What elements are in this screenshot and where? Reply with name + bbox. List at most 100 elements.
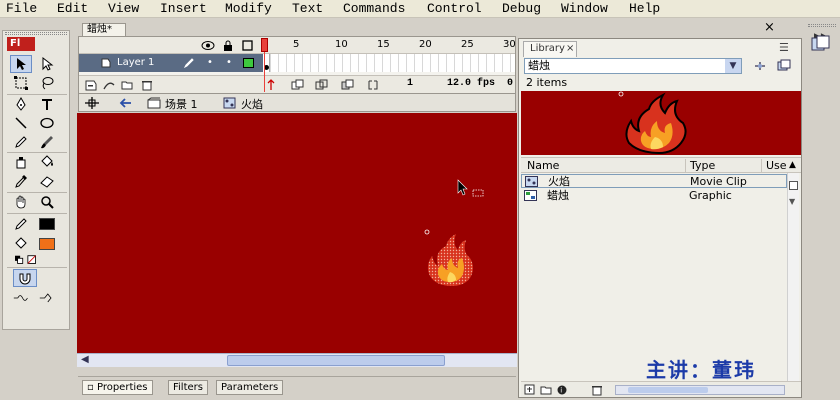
lock-dot[interactable]: •	[226, 54, 232, 72]
hand-icon	[16, 195, 26, 209]
frames-row[interactable]	[263, 54, 515, 72]
chevron-down-icon: ▼	[725, 59, 741, 73]
scrollbar-thumb[interactable]	[628, 387, 708, 393]
trash-icon[interactable]	[591, 384, 603, 396]
library-vertical-scrollbar[interactable]: ▼	[787, 173, 799, 381]
trash-icon[interactable]	[141, 79, 153, 91]
hand-tool[interactable]	[10, 193, 32, 211]
column-type[interactable]: Type	[685, 159, 715, 173]
free-transform-tool[interactable]	[10, 74, 32, 92]
new-library-panel-icon[interactable]	[777, 59, 791, 73]
column-use[interactable]: Use	[761, 159, 787, 173]
library-item-type: Graphic	[689, 189, 732, 202]
playhead-handle	[261, 38, 268, 52]
eye-icon[interactable]	[201, 40, 215, 51]
selection-tool[interactable]	[10, 55, 32, 73]
eyedropper-tool[interactable]	[10, 172, 32, 190]
stage-horizontal-scrollbar[interactable]: ◀	[77, 353, 517, 367]
menu-file[interactable]: File	[6, 1, 37, 16]
library-item[interactable]: 火焰 Movie Clip	[521, 174, 787, 188]
lasso-tool[interactable]	[36, 74, 58, 92]
document-tab[interactable]: 蜡烛*	[82, 23, 126, 37]
library-column-header: Name Type Use ▲	[521, 157, 801, 173]
subselection-tool[interactable]	[36, 55, 58, 73]
frame-number: 20	[419, 39, 432, 50]
menu-edit[interactable]: Edit	[57, 1, 88, 16]
scroll-box[interactable]	[789, 181, 798, 190]
menu-window[interactable]: Window	[561, 1, 608, 16]
library-document-select[interactable]: 蜡烛 ▼	[524, 58, 742, 74]
library-tab[interactable]: Library ×	[523, 41, 577, 57]
sort-up-icon[interactable]: ▲	[789, 158, 796, 172]
outline-color-swatch[interactable]	[243, 58, 254, 68]
onion-skin-outlines-icon[interactable]	[315, 79, 329, 91]
tab-parameters[interactable]: Parameters	[216, 380, 284, 395]
pin-icon[interactable]	[753, 59, 767, 73]
magnifier-icon	[41, 196, 54, 209]
smooth-tool[interactable]	[10, 289, 32, 307]
properties-icon[interactable]: i	[556, 384, 568, 396]
menu-help[interactable]: Help	[629, 1, 660, 16]
menu-control[interactable]: Control	[427, 1, 482, 16]
menu-debug[interactable]: Debug	[502, 1, 541, 16]
panel-grip[interactable]	[808, 24, 836, 27]
ink-bottle-tool[interactable]	[10, 153, 32, 171]
column-name[interactable]: Name	[527, 159, 559, 173]
menu-text[interactable]: Text	[292, 1, 323, 16]
pen-tool[interactable]	[10, 95, 32, 113]
timeline-panel: 1 5 10 15 20 25 30 Layer 1 • • 1 12.0 fp…	[78, 36, 516, 94]
library-horizontal-scrollbar[interactable]	[615, 385, 785, 395]
layer-row[interactable]: Layer 1 • •	[79, 54, 263, 72]
new-folder-icon[interactable]	[540, 384, 552, 396]
panel-grip[interactable]	[5, 32, 67, 35]
folder-icon[interactable]	[121, 79, 133, 91]
library-panel-icon[interactable]	[810, 34, 832, 54]
tab-filters-label: Filters	[173, 382, 203, 393]
scene-label[interactable]: 场景 1	[165, 96, 198, 112]
menu-modify[interactable]: Modify	[225, 1, 272, 16]
brush-tool[interactable]	[36, 133, 58, 151]
document-close-icon[interactable]: ×	[764, 20, 775, 35]
straighten-tool[interactable]	[36, 289, 58, 307]
line-tool[interactable]	[10, 114, 32, 132]
panel-menu-icon[interactable]: ☰	[779, 41, 789, 54]
fill-color-swatch[interactable]	[39, 238, 55, 250]
snap-to-objects[interactable]	[13, 269, 37, 287]
back-arrow-icon[interactable]	[119, 96, 133, 110]
scroll-left-icon[interactable]: ◀	[81, 354, 89, 365]
symbol-label[interactable]: 火焰	[241, 96, 263, 112]
menu-view[interactable]: View	[108, 1, 139, 16]
pencil-tool[interactable]	[10, 133, 32, 151]
text-tool[interactable]	[36, 95, 58, 113]
library-document-value: 蜡烛	[528, 59, 550, 72]
menu-commands[interactable]: Commands	[343, 1, 405, 16]
flame-symbol[interactable]	[422, 228, 482, 290]
outline-icon[interactable]	[242, 40, 253, 51]
onion-skin-icon[interactable]	[291, 79, 305, 91]
eraser-tool[interactable]	[36, 172, 58, 190]
oval-tool[interactable]	[36, 114, 58, 132]
stroke-color-tool[interactable]	[10, 215, 32, 233]
insert-layer-icon[interactable]	[85, 79, 97, 91]
visibility-dot[interactable]: •	[207, 54, 213, 72]
motion-guide-icon[interactable]	[103, 79, 115, 91]
edit-multiple-frames-icon[interactable]	[341, 79, 355, 91]
library-close-icon[interactable]: ×	[566, 42, 574, 56]
zoom-tool[interactable]	[36, 193, 58, 211]
library-item[interactable]: 蜡烛 Graphic	[521, 189, 787, 203]
paint-bucket-icon	[15, 237, 27, 249]
playhead[interactable]	[261, 37, 268, 93]
timeline-toggle-icon[interactable]	[83, 96, 101, 110]
scroll-down-icon[interactable]: ▼	[789, 197, 795, 206]
scrollbar-thumb[interactable]	[227, 355, 445, 366]
stroke-color-swatch[interactable]	[39, 218, 55, 230]
lock-icon[interactable]	[223, 40, 233, 51]
tab-properties[interactable]: ▫ Properties	[82, 380, 153, 395]
new-symbol-icon[interactable]	[524, 384, 536, 396]
library-item-name: 蜡烛	[547, 189, 569, 202]
modify-markers-icon[interactable]	[367, 79, 379, 91]
paint-bucket-tool[interactable]	[36, 153, 58, 171]
tab-filters[interactable]: Filters	[168, 380, 208, 395]
menu-insert[interactable]: Insert	[160, 1, 207, 16]
stage[interactable]	[77, 113, 517, 353]
